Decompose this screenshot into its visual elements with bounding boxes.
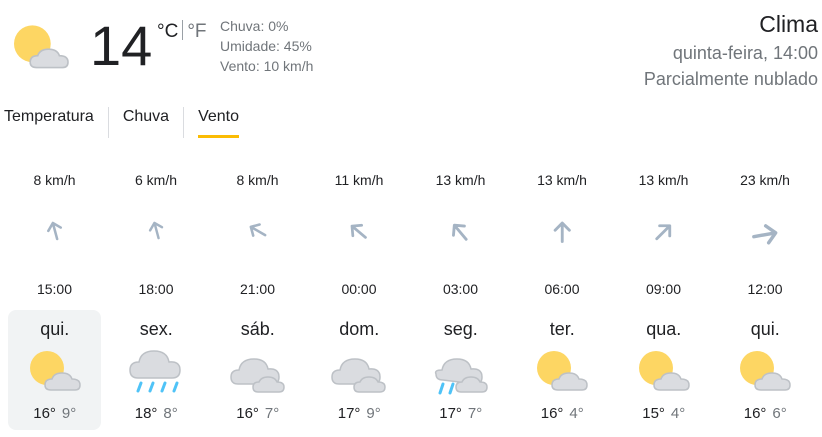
low-temp: 8° [163,405,178,422]
wind-text: Vento: 10 km/h [220,58,314,74]
wind-direction-icon [4,220,105,250]
day-forecast-item[interactable]: sáb. 16° 7° [211,310,304,430]
wind-direction-icon [715,220,816,250]
wind-direction-icon [207,220,308,250]
day-temperatures: 15° 4° [617,405,710,422]
day-temperatures: 16° 6° [719,405,812,422]
low-temp: 9° [366,405,381,422]
wind-time-label: 21:00 [239,281,276,297]
cloudy-icon [329,346,389,396]
tab-bar: Temperatura Chuva Vento [4,107,253,138]
unit-separator [182,20,184,40]
current-weather-icon [4,20,78,74]
wind-speed-label: 8 km/h [33,172,76,188]
day-forecast-item[interactable]: ter. 16° 4° [516,310,609,430]
day-forecast-item[interactable]: qui. 16° 9° [8,310,102,430]
day-forecast-item[interactable]: seg. 17° 7° [414,310,507,430]
partly-cloudy-icon [735,346,795,396]
wind-time-label: 15:00 [36,281,73,297]
condition-text: Parcialmente nublado [643,69,818,89]
wind-speed-label: 13 km/h [638,172,689,188]
low-temp: 7° [264,405,280,422]
humidity-text: Umidade: 45% [220,38,312,54]
day-forecast-item[interactable]: qua. 15° 4° [617,310,710,430]
partly-cloudy-icon [532,346,592,396]
wind-time-label: 12:00 [747,281,783,297]
high-temp: 16° [33,405,56,422]
day-temperatures: 16° 4° [516,405,609,422]
wind-time-label: 06:00 [544,281,580,297]
day-forecast-item[interactable]: dom. 17° 9° [313,310,406,430]
rain-icon [126,346,186,396]
wind-speed-label: 13 km/h [435,172,486,188]
fahrenheit-button[interactable]: °F [187,21,206,42]
precipitation-text: Chuva: 0% [220,18,289,34]
celsius-button[interactable]: °C [157,21,178,42]
day-temperatures: 17° 9° [313,405,406,422]
high-temp: 18° [134,405,158,422]
day-forecast-item[interactable]: sex. 18° 8° [110,310,203,430]
low-temp: 4° [569,405,584,422]
day-temperatures: 16° 7° [211,405,304,422]
wind-time-label: 09:00 [645,281,682,297]
day-name: qui. [750,319,780,339]
datetime-text: quinta-feira, 14:00 [672,43,818,63]
partly-cloudy-icon [634,346,694,396]
day-forecast-item[interactable]: qui. 16° 6° [719,310,812,430]
tab-vento[interactable]: Vento [183,107,253,138]
high-temp: 15° [642,405,665,422]
current-details: Chuva: 0% Umidade: 45% Vento: 10 km/h [220,16,313,76]
high-temp: 16° [236,405,259,422]
wind-speed-label: 13 km/h [537,172,587,188]
day-name: seg. [443,319,478,339]
tab-chuva[interactable]: Chuva [107,107,183,138]
day-temperatures: 16° 9° [8,405,101,422]
current-temperature: 14 [90,14,153,77]
weather-title: Clima [759,11,818,37]
wind-speed-label: 8 km/h [236,172,279,188]
high-temp: 17° [439,405,462,422]
wind-time-label: 00:00 [341,281,377,297]
wind-speed-label: 6 km/h [134,172,177,188]
day-name: sáb. [240,319,275,339]
day-temperatures: 17° 7° [414,405,507,422]
day-name: qui. [40,319,70,339]
cloudy-icon [228,346,288,396]
low-temp: 7° [467,405,483,422]
wind-direction-icon [410,220,511,250]
wind-direction-icon [309,220,410,250]
wind-time-label: 03:00 [442,281,479,297]
wind-speed-label: 11 km/h [334,172,384,188]
tab-temperatura[interactable]: Temperatura [4,107,108,138]
day-name: sex. [139,319,173,339]
day-temperatures: 18° 8° [110,405,203,422]
wind-direction-icon [512,220,613,250]
low-temp: 6° [772,405,787,422]
showers-icon [431,346,491,396]
wind-direction-icon [613,220,714,250]
wind-speed-label: 23 km/h [740,172,790,188]
day-name: ter. [549,319,575,339]
partly-cloudy-icon [25,346,85,396]
wind-direction-icon [106,220,207,250]
high-temp: 17° [337,405,361,422]
wind-time-label: 18:00 [138,281,174,297]
high-temp: 16° [743,405,767,422]
day-name: dom. [339,319,380,339]
unit-toggle: °C °F [157,20,207,43]
low-temp: 9° [61,405,77,422]
day-name: qua. [646,319,682,339]
low-temp: 4° [670,405,686,422]
high-temp: 16° [540,405,564,422]
weather-header: Clima quinta-feira, 14:00 Parcialmente n… [644,10,818,92]
